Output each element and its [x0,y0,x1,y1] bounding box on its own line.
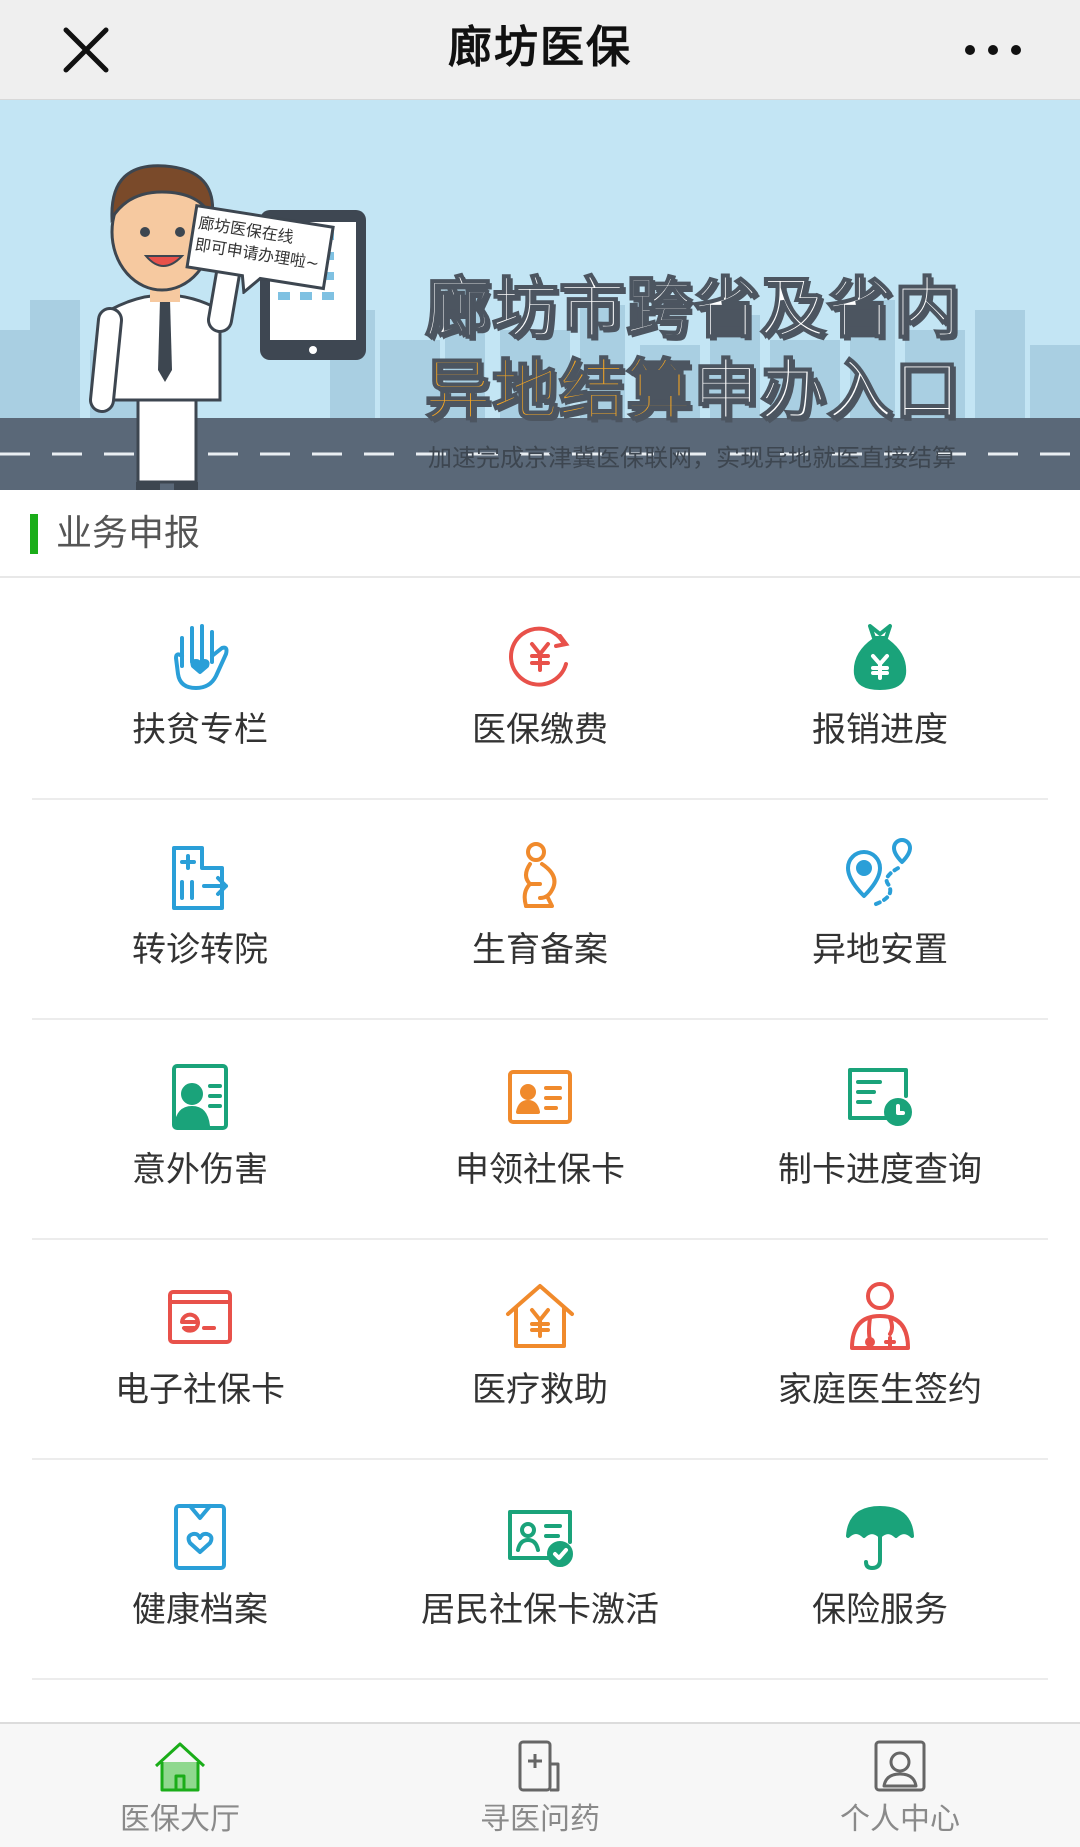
yuan-circle-icon [509,626,570,687]
phone-medical-icon [518,1740,560,1792]
service-label: 家庭医生签约 [778,1370,982,1410]
service-resident-card-activation[interactable]: 居民社保卡激活 [370,1460,710,1680]
service-apply-ss-card[interactable]: 申领社保卡 [370,1020,710,1240]
service-label: 健康档案 [132,1590,268,1630]
tab-label: 寻医问药 [480,1802,600,1837]
tab-label: 个人中心 [840,1802,960,1837]
bottom-tab-bar: 医保大厅 寻医问药 个人中心 [0,1722,1080,1847]
banner-subline: 加速完成京津冀医保联网，实现异地就医直接结算 [428,444,956,472]
location-route-icon [846,838,912,906]
service-maternity-filing[interactable]: 生育备案 [370,800,710,1020]
service-label: 申领社保卡 [455,1150,625,1190]
service-health-records[interactable]: 健康档案 [30,1460,370,1680]
doctor-icon [850,1282,910,1350]
service-label: 报销进度 [812,710,948,750]
page-title: 廊坊医保 [448,22,632,73]
service-relocation[interactable]: 异地安置 [710,800,1050,1020]
injury-card-icon [172,1064,228,1130]
service-family-doctor[interactable]: 家庭医生签约 [710,1240,1050,1460]
service-label: 保险服务 [812,1590,948,1630]
section-accent-bar [30,514,38,554]
e-card-icon [168,1290,232,1344]
tab-insurance-hall[interactable]: 医保大厅 [0,1724,360,1847]
service-label: 居民社保卡激活 [421,1590,659,1630]
service-label: 转诊转院 [132,930,268,970]
more-dots-icon[interactable] [958,28,1028,72]
home-icon [154,1742,206,1792]
title-bar: 廊坊医保 [0,0,1080,100]
service-label: 电子社保卡 [115,1370,285,1410]
service-insurance-payment[interactable]: 医保缴费 [370,580,710,800]
service-label: 扶贫专栏 [132,710,268,750]
service-label: 意外伤害 [132,1150,268,1190]
service-row: 电子社保卡 医疗救助 家庭医生签约 [0,1240,1080,1460]
house-yuan-icon [506,1284,574,1348]
money-bag-icon [853,624,907,690]
hospital-transfer-icon [172,846,228,910]
service-medical-assistance[interactable]: 医疗救助 [370,1240,710,1460]
section-title: 业务申报 [56,513,201,554]
service-row: 转诊转院 生育备案 异地安置 [0,800,1080,1020]
service-grid: 扶贫专栏 医保缴费 报销进度 转诊转院 生育备案 异地安置 意外伤害 申领社保卡… [0,580,1080,1680]
health-file-icon [174,1504,226,1570]
umbrella-icon [846,1506,914,1570]
id-card-icon [508,1070,572,1124]
service-label: 异地安置 [812,930,948,970]
hand-heart-icon [174,624,229,690]
service-label: 医保缴费 [472,710,608,750]
tab-personal-center[interactable]: 个人中心 [720,1724,1080,1847]
service-card-progress-query[interactable]: 制卡进度查询 [710,1020,1050,1240]
service-row: 意外伤害 申领社保卡 制卡进度查询 [0,1020,1080,1240]
service-electronic-ss-card[interactable]: 电子社保卡 [30,1240,370,1460]
tab-label: 医保大厅 [120,1802,240,1837]
section-header: 业务申报 [0,490,1080,578]
service-insurance-services[interactable]: 保险服务 [710,1460,1050,1680]
service-accident-injury[interactable]: 意外伤害 [30,1020,370,1240]
card-clock-icon [848,1068,912,1126]
service-reimbursement-progress[interactable]: 报销进度 [710,580,1050,800]
card-check-icon [508,1510,573,1567]
banner-headline: 廊坊市跨省及省内 异地结算申办入口 [424,269,961,430]
service-label: 制卡进度查询 [778,1150,982,1190]
service-label: 生育备案 [472,930,608,970]
service-row: 扶贫专栏 医保缴费 报销进度 [0,580,1080,800]
tab-find-doctor[interactable]: 寻医问药 [360,1724,720,1847]
service-row: 健康档案 居民社保卡激活 保险服务 [0,1460,1080,1680]
service-referral-transfer[interactable]: 转诊转院 [30,800,370,1020]
promo-banner[interactable]: 廊坊医保在线 即可申请办理啦~ 廊坊市跨省及省内 异地结算申办入口 加速完成京津… [0,100,1080,490]
person-icon [874,1740,926,1792]
pregnant-woman-icon [522,842,557,908]
service-poverty-alleviation[interactable]: 扶贫专栏 [30,580,370,800]
service-label: 医疗救助 [472,1370,608,1410]
